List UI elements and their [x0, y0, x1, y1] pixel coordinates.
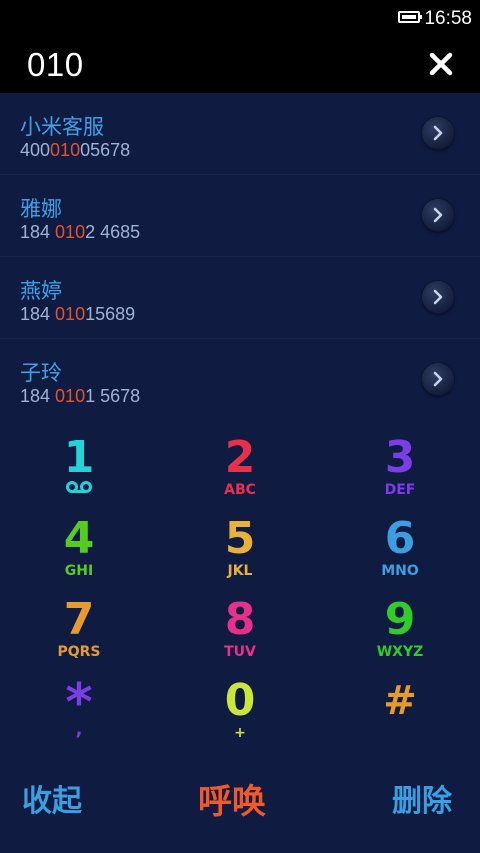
key-digit: 1	[63, 432, 95, 483]
key-1[interactable]: 1	[19, 436, 139, 512]
contact-phone: 184 01015689	[20, 304, 136, 324]
contact-name: 小米客服	[20, 116, 104, 139]
key-2[interactable]: 2 ABC	[180, 436, 300, 512]
key-3[interactable]: 3 DEF	[340, 436, 460, 512]
key-digit: 7	[63, 594, 95, 645]
key-digit: 8	[224, 594, 256, 645]
key-letters: ABC	[224, 482, 256, 498]
status-time: 16:58	[424, 8, 472, 29]
contact-name: 燕婷	[20, 280, 62, 303]
key-letters: DEF	[384, 482, 416, 498]
chevron-right-icon[interactable]	[422, 199, 454, 231]
key-letters: JKL	[227, 563, 253, 579]
key-7[interactable]: 7 PQRS	[19, 598, 139, 674]
collapse-keypad-button[interactable]: 收起	[22, 776, 82, 820]
contact-results-list: 小米客服 40001005678 雅娜 184 0102 4685 燕婷 184…	[0, 93, 480, 421]
key-letters: +	[234, 725, 246, 741]
voicemail-icon	[66, 481, 92, 493]
key-digit: 9	[384, 594, 416, 645]
chevron-right-icon[interactable]	[422, 363, 454, 395]
key-digit: 3	[384, 432, 416, 483]
key-digit: 4	[63, 513, 95, 564]
key-digit: *	[65, 673, 93, 733]
contact-item[interactable]: 雅娜 184 0102 4685	[0, 175, 480, 257]
dial-input-bar: 010	[0, 36, 480, 93]
contact-phone: 40001005678	[20, 140, 131, 160]
key-0[interactable]: 0 +	[180, 679, 300, 755]
dialed-number[interactable]: 010	[27, 46, 84, 84]
contact-name: 子玲	[20, 362, 62, 385]
delete-button[interactable]: 删除	[392, 776, 452, 820]
contact-item[interactable]: 燕婷 184 01015689	[0, 257, 480, 339]
key-hash[interactable]: #	[340, 679, 460, 755]
key-letters: PQRS	[57, 644, 101, 660]
matched-digits: 010	[55, 222, 86, 242]
key-star[interactable]: * ,	[19, 673, 139, 755]
matched-digits: 010	[50, 140, 81, 160]
contact-phone: 184 0102 4685	[20, 222, 141, 242]
matched-digits: 010	[55, 386, 86, 406]
contact-item[interactable]: 小米客服 40001005678	[0, 93, 480, 175]
key-digit: #	[383, 678, 417, 724]
chevron-right-icon[interactable]	[422, 117, 454, 149]
matched-digits: 010	[55, 304, 86, 324]
key-digit: 2	[224, 432, 256, 483]
key-9[interactable]: 9 WXYZ	[340, 598, 460, 674]
key-digit: 0	[224, 675, 256, 726]
status-bar: 16:58	[0, 0, 480, 36]
key-letters: TUV	[224, 644, 256, 660]
contact-item[interactable]: 子玲 184 0101 5678	[0, 339, 480, 421]
chevron-right-icon[interactable]	[422, 281, 454, 313]
contact-name: 雅娜	[20, 198, 62, 221]
key-letters: MNO	[381, 563, 419, 579]
contact-phone: 184 0101 5678	[20, 386, 141, 406]
close-icon[interactable]	[428, 51, 454, 77]
key-4[interactable]: 4 GHI	[19, 517, 139, 593]
key-6[interactable]: 6 MNO	[340, 517, 460, 593]
key-digit: 6	[384, 513, 416, 564]
battery-icon	[398, 11, 422, 23]
key-5[interactable]: 5 JKL	[180, 517, 300, 593]
key-letters: WXYZ	[376, 644, 424, 660]
key-letters: GHI	[64, 563, 94, 579]
key-letters: ,	[75, 719, 83, 740]
key-digit: 5	[224, 513, 256, 564]
key-8[interactable]: 8 TUV	[180, 598, 300, 674]
call-button[interactable]: 呼唤	[198, 774, 266, 823]
